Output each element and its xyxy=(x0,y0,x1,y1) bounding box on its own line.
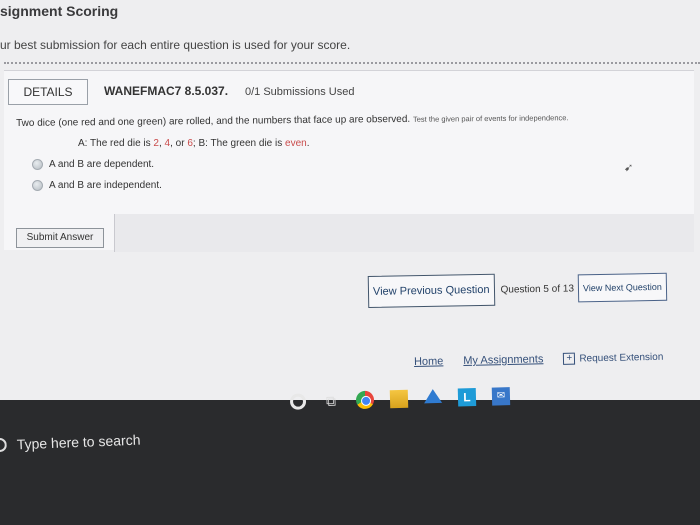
chrome-icon[interactable] xyxy=(355,390,375,410)
windows-taskbar xyxy=(0,400,700,525)
event-a-label: A: The red die is xyxy=(78,138,151,149)
cortana-icon[interactable] xyxy=(289,393,307,410)
my-assignments-link[interactable]: My Assignments xyxy=(463,353,543,367)
footer-links: Home My Assignments + Request Extension xyxy=(414,351,664,368)
task-view-icon[interactable]: ⧉ xyxy=(322,392,340,410)
submissions-count: 0/1 Submissions Used xyxy=(245,86,355,98)
plus-icon: + xyxy=(563,352,576,365)
mouse-pointer-icon: ➹ xyxy=(624,162,634,174)
events-definition: A: The red die is 2, 4, or 6; B: The gre… xyxy=(78,138,310,149)
event-a-value-2: 4 xyxy=(164,138,171,149)
event-a-value-1: 2 xyxy=(153,138,159,149)
browser-page: signment Scoring ur best submission for … xyxy=(0,0,700,410)
option-label: A and B are independent. xyxy=(49,180,162,191)
answer-area xyxy=(114,214,694,252)
question-id: WANEFMAC7 8.5.037. xyxy=(104,84,229,98)
event-b-label: B: The green die is xyxy=(198,138,283,149)
file-explorer-icon[interactable] xyxy=(389,389,409,409)
search-placeholder: Type here to search xyxy=(16,431,141,453)
details-button[interactable]: DETAILS xyxy=(8,79,88,105)
event-b-value: even xyxy=(285,138,307,149)
home-link[interactable]: Home xyxy=(414,355,444,368)
scoring-note: ur best submission for each entire quest… xyxy=(0,38,351,52)
option-dependent[interactable]: A and B are dependent. xyxy=(32,159,154,170)
option-independent[interactable]: A and B are independent. xyxy=(32,180,162,191)
divider xyxy=(4,62,700,64)
submit-answer-button[interactable]: Submit Answer xyxy=(16,228,104,248)
event-a-value-3: 6 xyxy=(187,138,193,149)
question-instruction: Test the given pair of events for indepe… xyxy=(412,113,569,124)
radio-button[interactable] xyxy=(32,180,43,191)
view-previous-question-button[interactable]: View Previous Question xyxy=(367,273,495,308)
option-label: A and B are dependent. xyxy=(49,159,155,170)
request-extension-label: Request Extension xyxy=(579,351,664,365)
mail-icon[interactable]: ✉ xyxy=(491,387,511,406)
question-navigation: View Previous Question Question 5 of 13 … xyxy=(367,271,668,308)
view-next-question-button[interactable]: View Next Question xyxy=(577,272,668,303)
event-a-or: or xyxy=(175,138,185,149)
lms-app-icon[interactable]: L xyxy=(457,388,477,407)
page-title: signment Scoring xyxy=(0,3,119,19)
store-icon[interactable] xyxy=(423,388,443,407)
request-extension-link[interactable]: + Request Extension xyxy=(563,351,663,365)
radio-button[interactable] xyxy=(32,159,43,170)
question-counter: Question 5 of 13 xyxy=(500,282,575,296)
search-icon xyxy=(0,437,8,453)
